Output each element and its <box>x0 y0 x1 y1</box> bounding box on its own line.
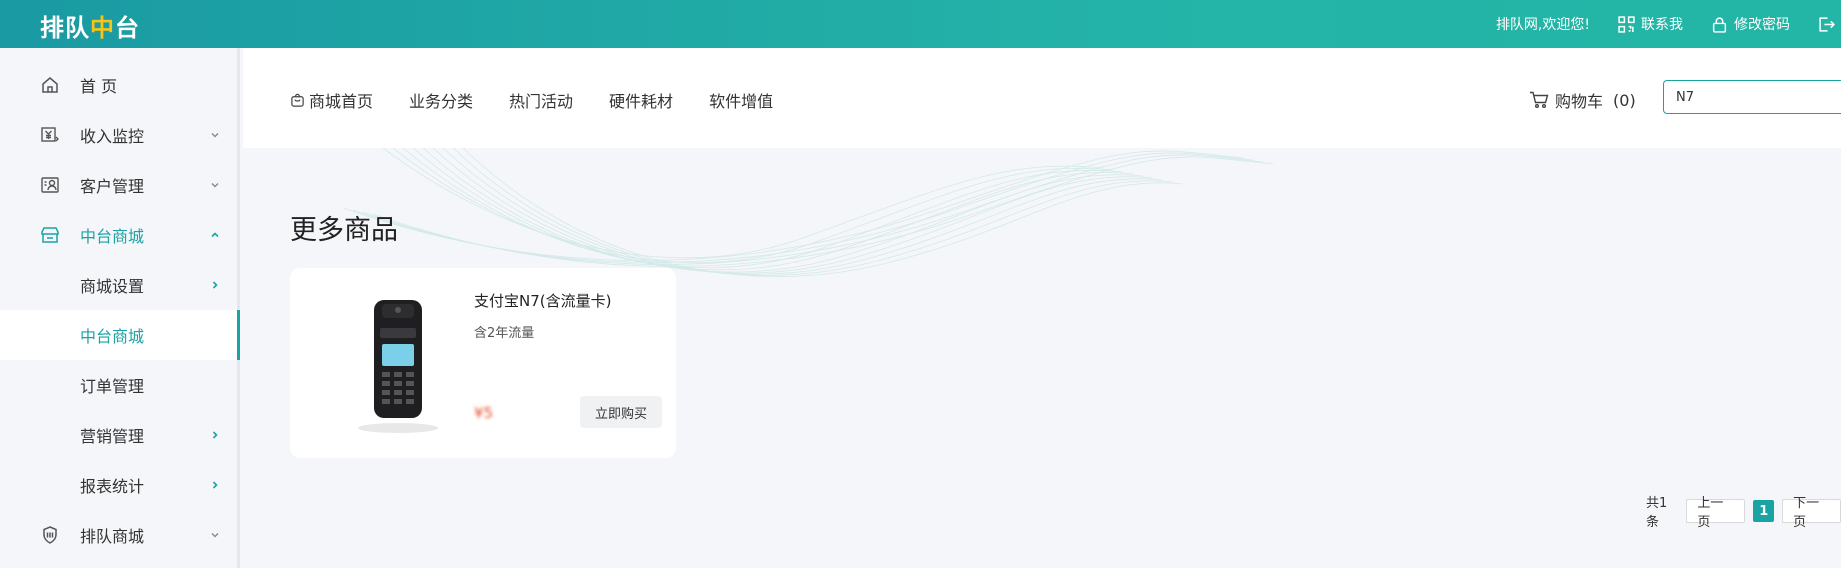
sidebar-subitem-marketing[interactable]: 营销管理 <box>0 410 240 460</box>
top-bar: 排队中台 排队网,欢迎您! 联系我 修改密码 <box>0 0 1841 48</box>
cart-count: (0) <box>1613 90 1636 110</box>
pagination: 共1条 上一页 1 下一页 <box>1646 492 1841 530</box>
mall-nav-label: 软件增值 <box>709 92 774 111</box>
sidebar-item-label: 首 页 <box>80 77 118 96</box>
mall-nav-software[interactable]: 软件增值 <box>709 88 773 112</box>
chevron-down-icon <box>211 183 219 188</box>
pagination-total: 共1条 <box>1646 496 1668 530</box>
change-password-button[interactable]: 修改密码 <box>1711 14 1790 34</box>
sidebar: 首 页 收入监控 客户管理 中台商城 商城设置 中台商城 订单管理 营销管理 报… <box>0 48 240 568</box>
shield-icon <box>43 526 57 544</box>
change-password-label: 修改密码 <box>1734 17 1790 33</box>
chevron-down-icon <box>211 533 219 538</box>
sidebar-item-label: 营销管理 <box>80 427 145 446</box>
sidebar-item-income[interactable]: 收入监控 <box>0 110 240 160</box>
mall-nav-label: 商城首页 <box>309 92 374 111</box>
chevron-right-icon <box>212 431 218 439</box>
prev-page-button[interactable]: 上一页 <box>1686 496 1746 530</box>
mall-nav-categories[interactable]: 业务分类 <box>409 88 473 112</box>
mall-nav-label: 热门活动 <box>509 92 574 111</box>
mall-nav-hardware[interactable]: 硬件耗材 <box>609 88 673 112</box>
search-input[interactable] <box>1663 80 1841 114</box>
income-icon <box>41 127 59 142</box>
sidebar-item-label: 收入监控 <box>80 127 145 146</box>
contact-label: 联系我 <box>1641 17 1683 33</box>
logo-text-tail: 台 <box>115 14 140 42</box>
section-title: 更多商品 <box>290 215 398 246</box>
sidebar-item-mall[interactable]: 中台商城 <box>0 210 240 260</box>
product-image <box>358 300 438 433</box>
app-logo[interactable]: 排队中台 <box>40 8 140 43</box>
buy-now-button[interactable]: 立即购买 <box>580 396 662 428</box>
sidebar-item-label: 排队商城 <box>80 527 145 546</box>
welcome-text: 排队网,欢迎您! <box>1495 17 1590 33</box>
next-page-button[interactable]: 下一页 <box>1782 496 1841 530</box>
product-name[interactable]: 支付宝N7(含流量卡) <box>474 290 611 311</box>
chevron-up-icon <box>211 232 219 238</box>
contact-button[interactable]: 联系我 <box>1618 14 1683 34</box>
cart-button[interactable]: 购物车 (0) <box>1529 88 1636 112</box>
sidebar-subitem-mall-settings[interactable]: 商城设置 <box>0 260 240 310</box>
sidebar-item-label: 商城设置 <box>80 277 145 296</box>
logo-text-main: 排队 <box>40 14 90 42</box>
sidebar-subitem-mall-center[interactable]: 中台商城 <box>0 310 240 360</box>
cart-label: 购物车 <box>1555 92 1604 111</box>
mall-nav-label: 业务分类 <box>409 92 474 111</box>
mall-nav-label: 硬件耗材 <box>609 92 674 111</box>
mall-nav: 商城首页 业务分类 热门活动 硬件耗材 软件增值 <box>290 88 773 112</box>
logout-icon <box>1819 16 1835 32</box>
sidebar-item-label: 订单管理 <box>80 377 145 396</box>
lock-icon <box>1712 16 1727 33</box>
sidebar-item-home[interactable]: 首 页 <box>0 60 240 110</box>
sidebar-item-label: 中台商城 <box>80 227 145 246</box>
sidebar-item-customers[interactable]: 客户管理 <box>0 160 240 210</box>
product-price: ¥5 <box>474 404 494 422</box>
top-right-actions: 排队网,欢迎您! 联系我 修改密码 <box>1496 0 1841 48</box>
mall-nav-hot-events[interactable]: 热门活动 <box>509 88 573 112</box>
cart-icon <box>1530 91 1549 108</box>
shopping-bag-icon <box>291 93 304 107</box>
sidebar-item-label: 客户管理 <box>80 177 145 196</box>
qr-grid-icon <box>1618 15 1635 33</box>
sidebar-subitem-orders[interactable]: 订单管理 <box>0 360 240 410</box>
store-icon <box>41 227 59 243</box>
mall-nav-home[interactable]: 商城首页 <box>290 88 373 112</box>
mall-header: 商城首页 业务分类 热门活动 硬件耗材 软件增值 购物车 (0) <box>243 48 1841 148</box>
chevron-right-icon <box>212 281 218 289</box>
sidebar-subitem-reports[interactable]: 报表统计 <box>0 460 240 510</box>
sidebar-item-label: 中台商城 <box>80 327 145 346</box>
logout-button[interactable] <box>1818 16 1835 33</box>
main-content: 商城首页 业务分类 热门活动 硬件耗材 软件增值 购物车 (0) N7 更多商品… <box>243 48 1841 568</box>
chevron-right-icon <box>212 481 218 489</box>
home-icon <box>42 77 58 93</box>
sidebar-item-queue-mall[interactable]: 排队商城 <box>0 510 240 560</box>
logo-text-accent: 中 <box>90 14 115 42</box>
customer-icon <box>41 177 59 193</box>
sidebar-item-label: 报表统计 <box>80 477 145 496</box>
chevron-down-icon <box>211 133 219 138</box>
product-description: 含2年流量 <box>474 326 535 341</box>
decorative-wave-banner <box>342 148 1274 277</box>
current-page-button[interactable]: 1 <box>1753 500 1775 522</box>
product-card[interactable]: 支付宝N7(含流量卡) 含2年流量 ¥5 立即购买 <box>290 268 676 458</box>
